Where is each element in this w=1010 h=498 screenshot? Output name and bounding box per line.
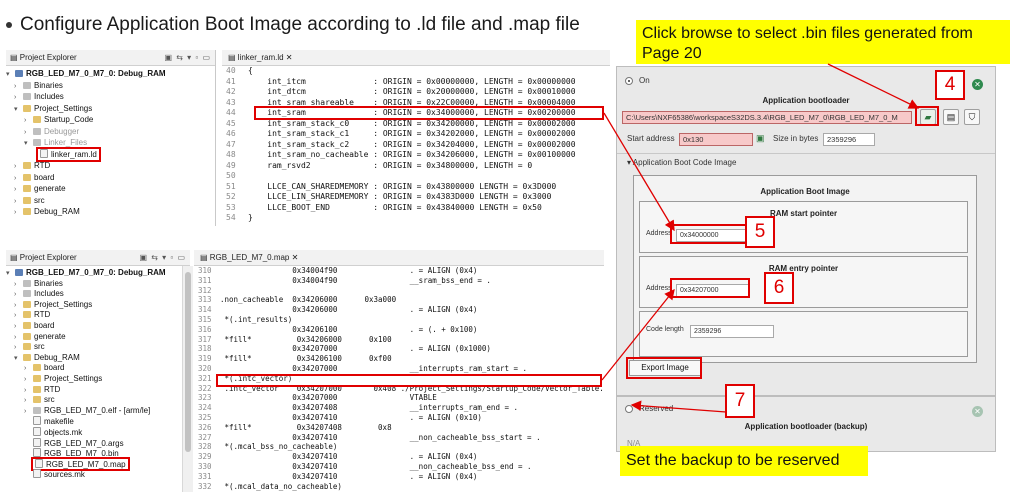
arrow-to-ram-entry bbox=[601, 288, 675, 381]
arrow-to-browse bbox=[827, 63, 920, 109]
arrow-to-ram-start bbox=[603, 112, 675, 232]
arrow-to-reserved bbox=[630, 400, 727, 413]
annotation-arrows bbox=[601, 63, 920, 413]
